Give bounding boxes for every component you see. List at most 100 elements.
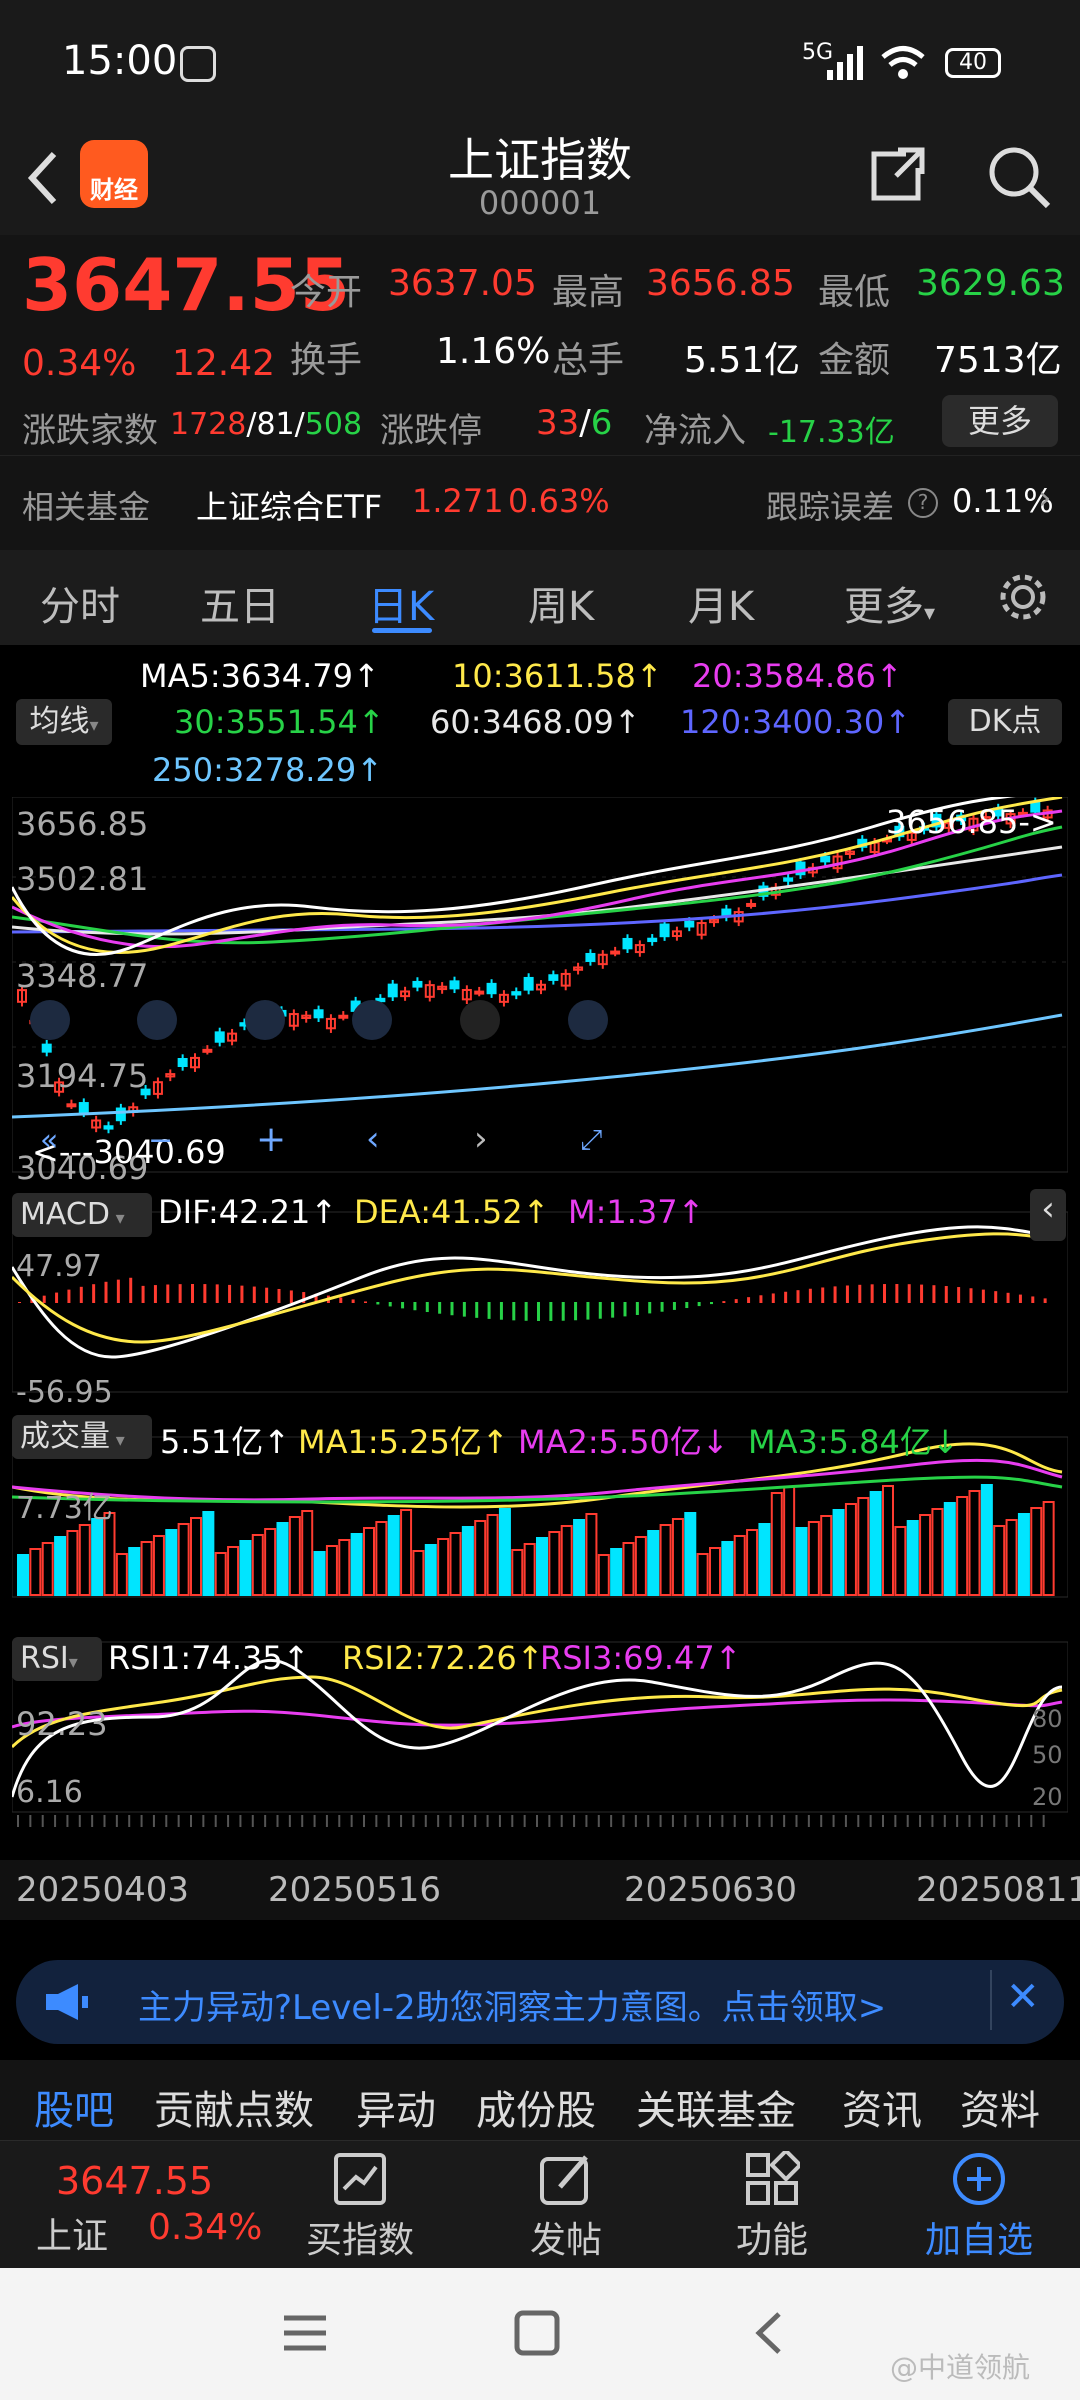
candle-body [783, 877, 794, 882]
dk-point-button[interactable]: DK点 [948, 699, 1062, 745]
tab-more[interactable]: 更多▾ [844, 574, 935, 632]
volume-bar [449, 1532, 462, 1596]
promo-banner[interactable]: 主力异动?Level-2助您洞察主力意图。点击领取> ✕ [16, 1960, 1064, 2044]
back-nav-icon[interactable] [745, 2308, 795, 2358]
macd-bar [623, 1302, 627, 1317]
related-fund-row[interactable]: 相关基金 上证综合ETF 1.271 0.63% 跟踪误差 ? 0.11% › [0, 455, 1080, 550]
tab-anomaly[interactable]: 异动 [356, 2078, 436, 2136]
zoom-in-icon[interactable]: + [256, 1119, 286, 1160]
tab-monthly-k[interactable]: 月K [688, 574, 754, 632]
volume-bar [202, 1511, 215, 1596]
macd-selector[interactable]: MACD ▾ [12, 1193, 152, 1237]
macd-bar [660, 1302, 664, 1312]
tab-related-funds[interactable]: 关联基金 [636, 2078, 796, 2136]
tab-profile[interactable]: 资料 [960, 2078, 1040, 2136]
title-bar: 财经 上证指数 000001 [0, 130, 1080, 235]
volume-bar [820, 1515, 833, 1596]
ma20-legend: 20:3584.86↑ [692, 657, 903, 695]
volume-bar [746, 1529, 759, 1596]
volume-bar [140, 1541, 153, 1596]
volume-bar [41, 1542, 54, 1596]
macd-bar [240, 1285, 244, 1303]
rsi-selector-label: RSI [20, 1641, 69, 1676]
tab-intraday[interactable]: 分时 [40, 574, 120, 632]
chevron-right-icon[interactable]: › [1038, 478, 1052, 518]
date-2: 20250516 [268, 1870, 442, 1910]
macd-bar [438, 1302, 442, 1314]
menu-icon[interactable] [280, 2308, 330, 2358]
settings-icon[interactable] [996, 570, 1050, 624]
macd-bar [104, 1281, 108, 1303]
volume-bar [832, 1509, 845, 1596]
volume-bar [536, 1537, 548, 1596]
volume-bar [869, 1491, 882, 1596]
buy-index-button[interactable]: 买指数 [300, 2151, 420, 2263]
macd-bar [388, 1302, 392, 1307]
volume-bar [943, 1502, 956, 1596]
macd-bar [475, 1302, 479, 1318]
rsi-level-80: 80 [1032, 1705, 1063, 1733]
share-icon[interactable] [866, 142, 930, 206]
rsi-selector[interactable]: RSI▾ [12, 1637, 102, 1681]
turnover-label: 换手 [290, 340, 363, 381]
tab-constituents[interactable]: 成份股 [476, 2078, 596, 2136]
volume-bar [647, 1530, 660, 1596]
chart-icon [334, 2153, 386, 2205]
candle-body [647, 937, 658, 943]
macd-bar [55, 1292, 59, 1303]
tab-contribution[interactable]: 贡献点数 [154, 2078, 314, 2136]
volume-bar [931, 1508, 944, 1596]
volume-selector[interactable]: 成交量 ▾ [12, 1415, 152, 1459]
volume-bar [573, 1519, 586, 1596]
help-icon[interactable]: ? [908, 488, 938, 518]
fund-name[interactable]: 上证综合ETF [196, 482, 382, 528]
volume-bar [906, 1520, 919, 1596]
volume-bar [758, 1523, 771, 1596]
macd-bar [574, 1302, 578, 1321]
scroll-left-icon[interactable]: ‹ [366, 1119, 380, 1159]
volume-bar [325, 1545, 338, 1596]
ma-selector[interactable]: 均线▾ [16, 699, 112, 745]
tab-guba[interactable]: 股吧 [34, 2078, 114, 2136]
candle-body [523, 976, 534, 991]
tab-weekly-k[interactable]: 周K [528, 574, 594, 632]
tab-news[interactable]: 资讯 [842, 2078, 922, 2136]
flat-count: 81 [256, 407, 295, 442]
open-label: 今开 [290, 272, 363, 313]
tab-daily-k[interactable]: 日K [368, 574, 434, 632]
scroll-left-fast-icon[interactable]: « [40, 1123, 58, 1158]
macd-bar [722, 1301, 726, 1303]
home-icon[interactable] [512, 2308, 562, 2358]
netflow-value: -17.33亿 [768, 415, 895, 450]
volume-bar [696, 1553, 709, 1596]
macd-bar [462, 1302, 466, 1317]
more-button[interactable]: 更多 [942, 395, 1058, 447]
high-marker: 3656.85-> [886, 803, 1057, 841]
volume-bar [857, 1497, 870, 1596]
close-icon[interactable]: ✕ [1006, 1974, 1040, 2020]
search-icon[interactable] [984, 142, 1054, 212]
macd-bar [450, 1302, 454, 1316]
scroll-right-icon[interactable]: › [474, 1119, 488, 1159]
footer-pct: 0.34% [148, 2207, 263, 2248]
function-button[interactable]: 功能 [712, 2148, 832, 2263]
zoom-out-icon[interactable]: − [148, 1123, 173, 1158]
tab-five-day[interactable]: 五日 [200, 574, 280, 632]
macd-bar [178, 1284, 182, 1303]
rsi-y-top: 92.23 [16, 1705, 108, 1743]
add-watchlist-button[interactable]: 加自选 [914, 2151, 1044, 2263]
macd-bar [648, 1302, 652, 1314]
candle-body [585, 952, 596, 962]
collapse-panel-icon[interactable]: ‹ [1030, 1189, 1066, 1241]
macd-bar [784, 1291, 788, 1303]
grid-icon [746, 2148, 803, 2205]
post-button[interactable]: 发帖 [506, 2151, 626, 2263]
rsi-y-bottom: 6.16 [16, 1775, 83, 1810]
macd-bar [18, 1302, 21, 1303]
macd-bar [499, 1302, 503, 1320]
macd-bar [920, 1284, 924, 1303]
banner-text[interactable]: 主力异动?Level-2助您洞察主力意图。点击领取> [138, 1980, 886, 2029]
ma5-legend: MA5:3634.79↑ [140, 657, 380, 695]
fullscreen-icon[interactable]: ⤢ [580, 1123, 602, 1157]
volume-bar [350, 1533, 363, 1596]
